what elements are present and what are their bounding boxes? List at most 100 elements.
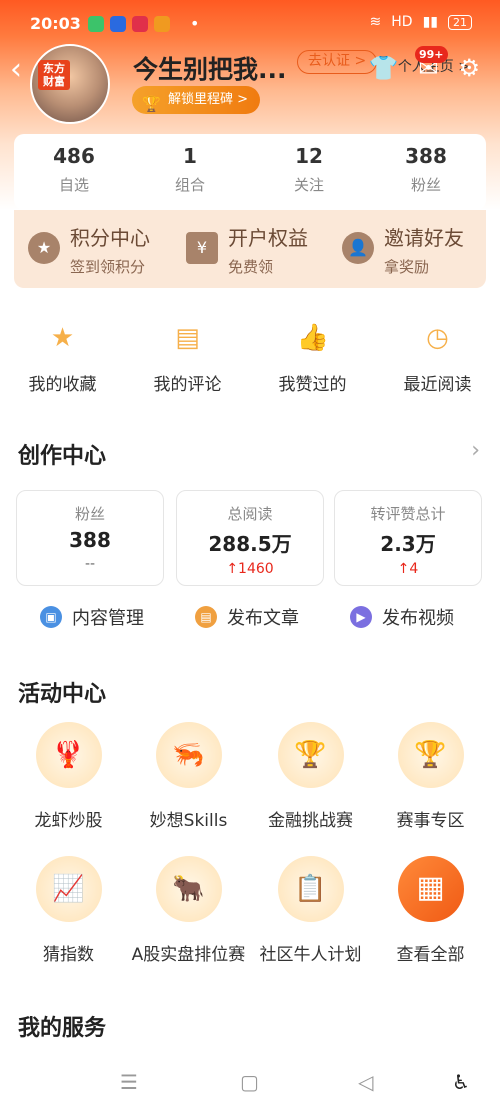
creation-center-title: 创作中心 [18,444,107,469]
activity-label: 赛事专区 [396,811,465,831]
quick-link-favorites[interactable]: ★ 我的收藏 [0,322,125,395]
browser-app-icon [110,16,126,32]
plan-clipboard-icon: 📋 [277,856,344,922]
rising-chart-icon: 📈 [35,856,102,922]
status-indicators: ≋ HD ▮▮ 21 [370,14,472,30]
app-logo: 东方财富 [38,60,70,90]
activity-label: 查看全部 [396,945,465,965]
quick-link-liked[interactable]: 👍 我赞过的 [250,322,375,395]
message-badge: 99+ [415,46,448,63]
card-label: 总阅读 [227,505,273,523]
my-services-title: 我的服务 [18,1016,107,1041]
content-manage-icon: ▣ [40,606,62,628]
skills-icon: 🦐 [155,722,222,788]
status-bar: 20:03 • ≋ HD ▮▮ 21 [0,0,500,34]
status-time: 20:03 [30,14,81,33]
back-nav-icon[interactable]: ◁ [358,1070,373,1094]
creation-card-reads[interactable]: 总阅读 288.5万 ↑1460 [176,490,324,586]
publish-video-button[interactable]: ▶ 发布视频 [350,604,454,630]
activity-label: 社区牛人计划 [259,945,362,965]
activity-item[interactable]: 🦞 龙虾炒股 [6,722,131,831]
benefit-title: 开户权益 [228,226,308,250]
quick-link-comments[interactable]: ▤ 我的评论 [125,322,250,395]
activity-item[interactable]: 📈 猜指数 [6,856,131,965]
trophy-cup-icon: 🏆 [277,722,344,788]
activity-center-title: 活动中心 [18,682,107,707]
trophy-icon: 🏆 [142,95,161,113]
stat-value: 486 [53,144,95,168]
signal-icon: ▮▮ [422,14,438,30]
card-value: 288.5万 [208,532,292,556]
benefit-title: 积分中心 [70,226,150,250]
activity-item[interactable]: ▦ 查看全部 [368,856,493,965]
content-manage-button[interactable]: ▣ 内容管理 [40,604,144,630]
username[interactable]: 今生别把我... [133,50,287,86]
publish-article-button[interactable]: ▤ 发布文章 [195,604,299,630]
stat-portfolio[interactable]: 1 组合 [140,144,240,195]
card-value: 2.3万 [380,532,436,556]
action-label: 发布视频 [382,608,454,629]
card-delta: ↑1460 [226,561,274,577]
activity-label: 猜指数 [43,945,94,965]
activity-label: A股实盘排位赛 [131,945,246,965]
creation-card-fans[interactable]: 粉丝 388 -- [16,490,164,586]
shirt-icon[interactable]: 👕 [368,54,398,82]
stat-label: 组合 [174,176,205,194]
lobster-icon: 🦞 [35,722,102,788]
activity-label: 金融挑战赛 [268,811,353,831]
activity-item[interactable]: 🏆 赛事专区 [368,722,493,831]
activity-label: 龙虾炒股 [34,811,103,831]
activity-item[interactable]: 🦐 妙想Skills [126,722,251,831]
chat-app-icon [88,16,104,32]
stat-value: 1 [183,144,197,168]
activity-item[interactable]: 🏆 金融挑战赛 [248,722,373,831]
wifi-icon: ≋ [369,14,382,30]
stat-value: 12 [295,144,323,168]
stat-label: 自选 [58,176,89,194]
activity-item[interactable]: 🐂 A股实盘排位赛 [126,856,251,965]
quick-link-label: 我的评论 [153,375,222,395]
comment-icon: ▤ [175,323,200,353]
stat-following[interactable]: 12 关注 [259,144,359,195]
more-notifications-icon: • [190,14,200,33]
grid-apps-icon: ▦ [397,856,464,922]
accessibility-icon[interactable]: ♿ [452,1070,470,1094]
stat-watchlist[interactable]: 486 自选 [24,144,124,195]
verify-button[interactable]: 去认证 > [297,50,378,74]
star-icon: ★ [50,323,75,353]
avatar[interactable]: 东方财富 [30,44,110,124]
yen-card-icon: ¥ [186,232,218,264]
benefit-sub: 免费领 [228,258,274,276]
clock-icon: ◷ [426,323,449,353]
video-app-icon [154,16,170,32]
quick-link-label: 我的收藏 [28,375,97,395]
star-badge-icon: ★ [28,232,60,264]
benefit-sub: 签到领积分 [70,258,146,276]
battery-icon: 21 [448,14,472,30]
chevron-right-icon[interactable]: › [471,438,480,463]
system-nav-bar: ☰ ▢ ◁ ♿ [0,1060,500,1111]
card-label: 转评赞总计 [370,505,446,523]
action-label: 内容管理 [72,608,144,629]
bull-icon: 🐂 [155,856,222,922]
network-label: HD [391,14,413,30]
add-user-icon: 👤 [342,232,374,264]
gold-cup-icon: 🏆 [397,722,464,788]
creation-card-engagement[interactable]: 转评赞总计 2.3万 ↑4 [334,490,482,586]
quick-link-label: 最近阅读 [403,375,472,395]
card-label: 粉丝 [74,505,105,523]
article-icon: ▤ [195,606,217,628]
benefits-bar: ★ 积分中心 签到领积分 ¥ 开户权益 免费领 👤 邀请好友 拿奖励 [14,210,486,288]
menu-icon[interactable]: ☰ [120,1070,138,1094]
notification-icons [88,16,170,32]
back-icon[interactable]: ‹ [10,55,22,85]
activity-item[interactable]: 📋 社区牛人计划 [248,856,373,965]
stat-fans[interactable]: 388 粉丝 [376,144,476,195]
stat-value: 388 [405,144,447,168]
video-icon: ▶ [350,606,372,628]
milestone-button[interactable]: 🏆 解锁里程碑 > [132,86,261,114]
settings-icon[interactable]: ⚙ [458,54,480,82]
profile-header: ‹ 东方财富 今生别把我... 去认证 > 🏆 解锁里程碑 > 个人主页 > 👕… [0,34,500,124]
quick-link-recent[interactable]: ◷ 最近阅读 [375,322,500,395]
home-icon[interactable]: ▢ [240,1070,259,1094]
